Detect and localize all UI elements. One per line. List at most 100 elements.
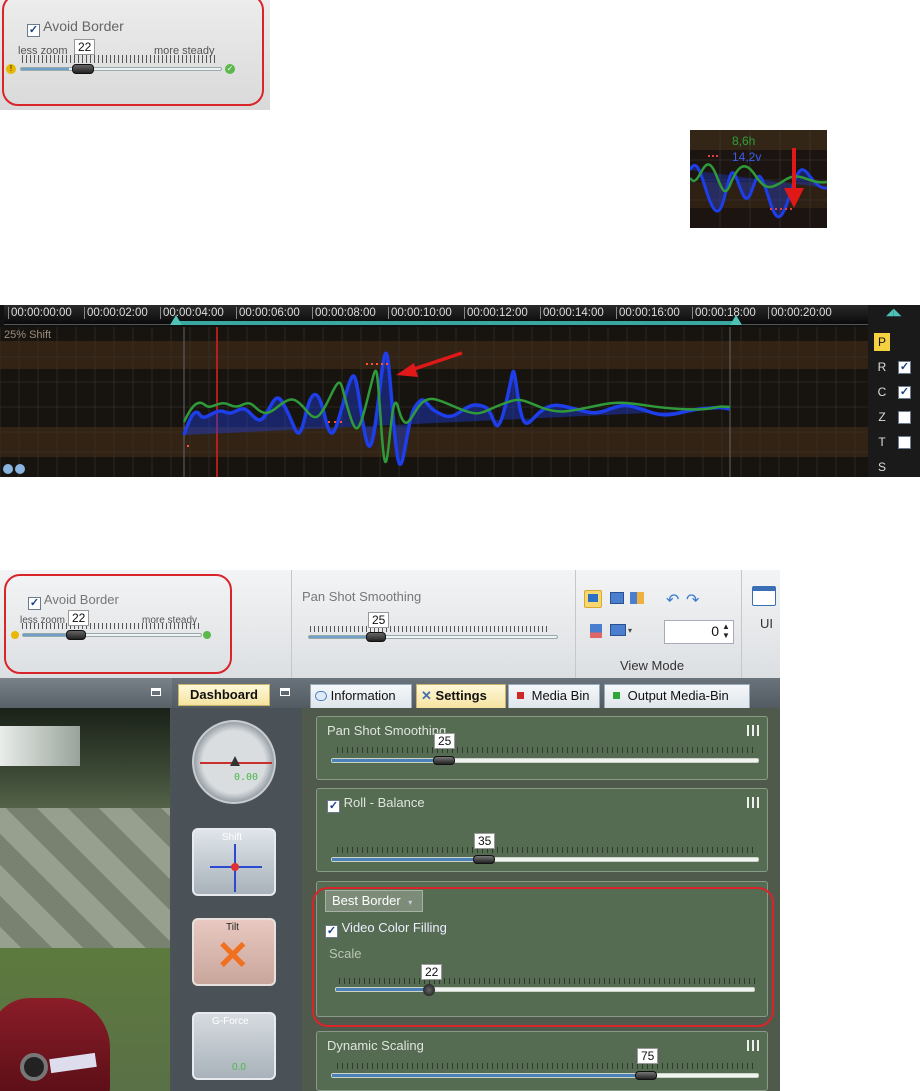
expand-arrows-icon[interactable]: ◢◣: [886, 307, 901, 318]
gauge-readout: 0.00: [234, 772, 259, 783]
track-checkbox-c[interactable]: ✓: [898, 386, 911, 399]
tab-information[interactable]: Information: [310, 684, 412, 708]
slider-ticks: [22, 623, 200, 629]
slider-track[interactable]: [308, 635, 558, 639]
slider-ticks: [310, 626, 550, 632]
slider-track[interactable]: [22, 633, 202, 637]
pan-shot-panel: Pan Shot Smoothing 25: [316, 716, 768, 780]
slider-track[interactable]: [331, 857, 759, 862]
tilt-indicator[interactable]: Tilt ✕: [192, 918, 276, 986]
close-icon: ✕: [216, 934, 250, 978]
warning-icon: [11, 631, 19, 639]
green-square-icon: [613, 692, 620, 699]
track-checkbox-r[interactable]: ✓: [898, 361, 911, 374]
slider-thumb[interactable]: [72, 64, 94, 74]
undo-icon[interactable]: ↶: [666, 590, 679, 610]
avoid-border-checkbox[interactable]: ✓ Avoid Border: [27, 18, 124, 37]
slider-thumb[interactable]: [66, 630, 86, 640]
tab-label: Media Bin: [531, 688, 590, 703]
gauge-dial: 0.00: [192, 720, 276, 804]
slider-thumb[interactable]: [366, 632, 386, 642]
view-mode-group: ▾ ↶ ↷ 0 ▲ ▼ View Mode: [576, 570, 742, 678]
track-checkbox-t[interactable]: [898, 436, 911, 449]
tab-label: Settings: [435, 688, 487, 703]
panel-header: [0, 678, 172, 708]
pan-shot-title: Pan Shot Smoothing: [302, 589, 422, 604]
ui-label[interactable]: UI: [760, 616, 773, 631]
split-view-icon[interactable]: [630, 592, 644, 604]
track-letter-z[interactable]: Z: [874, 408, 890, 426]
race-car: [0, 998, 110, 1091]
speech-bubble-icon: [315, 691, 327, 701]
panel-title: Dynamic Scaling: [327, 1038, 424, 1053]
track-letter-s[interactable]: S: [874, 458, 890, 476]
highlight-box: [312, 887, 774, 1027]
track-checkbox-z[interactable]: [898, 411, 911, 424]
slider-track[interactable]: [331, 1073, 759, 1078]
track-letter-t[interactable]: T: [874, 433, 890, 451]
panel-title: Pan Shot Smoothing: [327, 723, 447, 738]
time-ruler-label: 00:00:06:00: [236, 307, 300, 319]
avoid-border-group: ✓ Avoid Border less zoom more steady 22: [0, 570, 292, 678]
panel-title: Roll - Balance: [343, 795, 425, 810]
time-ruler-label: 00:00:18:00: [692, 307, 756, 319]
slider-value: 22: [74, 39, 96, 55]
slider-ticks: [337, 1063, 755, 1069]
monitor-remove-icon[interactable]: [610, 592, 624, 604]
monitor-single-icon[interactable]: [584, 590, 602, 608]
slider-value: 25: [368, 612, 390, 628]
gforce-indicator[interactable]: G-Force 0.0: [192, 1012, 276, 1080]
chevron-down-icon[interactable]: ▾: [628, 626, 632, 635]
gforce-readout: 0.0: [232, 1062, 246, 1073]
video-panel: [0, 678, 172, 1091]
graph-bars-icon[interactable]: [747, 725, 759, 736]
time-ruler-label: 00:00:12:00: [464, 307, 528, 319]
video-preview: [0, 708, 170, 1091]
ok-icon: ✓: [225, 64, 235, 74]
redo-icon[interactable]: ↷: [686, 590, 699, 610]
tab-dashboard[interactable]: Dashboard: [178, 684, 270, 706]
time-ruler-label: 00:00:14:00: [540, 307, 604, 319]
flip-icon[interactable]: [590, 624, 602, 638]
motion-graph[interactable]: [0, 327, 868, 477]
slider-thumb[interactable]: [433, 756, 455, 765]
tab-settings[interactable]: ✕ Settings: [416, 684, 506, 708]
tilt-label: Tilt: [226, 922, 239, 933]
slider-thumb[interactable]: [635, 1071, 657, 1080]
tab-label: Output Media-Bin: [627, 688, 729, 703]
pan-shot-group: Pan Shot Smoothing 25: [292, 570, 576, 678]
maximize-icon[interactable]: [280, 688, 290, 696]
checkbox-icon: ✓: [28, 597, 41, 610]
maximize-icon[interactable]: [151, 688, 161, 696]
track-letter-r[interactable]: R: [874, 358, 890, 376]
graph-bars-icon[interactable]: [747, 797, 759, 808]
time-ruler-label: 00:00:00:00: [8, 307, 72, 319]
slider-ticks: [22, 55, 218, 63]
slider-track[interactable]: [331, 758, 759, 763]
range-start-handle[interactable]: [170, 315, 182, 325]
graph-bars-icon[interactable]: [747, 1040, 759, 1051]
checkbox-icon: ✓: [27, 24, 40, 37]
track-letter-p[interactable]: P: [874, 333, 890, 351]
shift-indicator[interactable]: Shift: [192, 828, 276, 896]
tab-output-media-bin[interactable]: Output Media-Bin: [604, 684, 750, 708]
graph-thumbnail: 8,6h 14,2v: [690, 130, 827, 228]
teal-range-bar[interactable]: [176, 321, 736, 325]
gforce-label: G-Force: [212, 1016, 249, 1027]
tab-label: Information: [330, 688, 396, 703]
ui-window-icon[interactable]: [752, 586, 776, 606]
checkbox-label: Avoid Border: [43, 592, 119, 607]
zoom-in-icon[interactable]: [3, 464, 13, 474]
avoid-border-checkbox[interactable]: ✓ Avoid Border: [28, 592, 119, 610]
display-dropdown-icon[interactable]: [610, 624, 626, 636]
track-letter-c[interactable]: C: [874, 383, 890, 401]
range-end-handle[interactable]: [730, 315, 742, 325]
slider-thumb[interactable]: [473, 855, 495, 864]
slider-value: 75: [637, 1048, 659, 1064]
tab-media-bin[interactable]: Media Bin: [508, 684, 600, 708]
zoom-out-icon[interactable]: [15, 464, 25, 474]
spinner-arrows-icon[interactable]: ▲ ▼: [722, 622, 730, 640]
roll-balance-checkbox[interactable]: ✓ Roll - Balance: [327, 795, 425, 813]
slider-ticks: [337, 847, 755, 853]
slider-track[interactable]: [20, 67, 222, 71]
